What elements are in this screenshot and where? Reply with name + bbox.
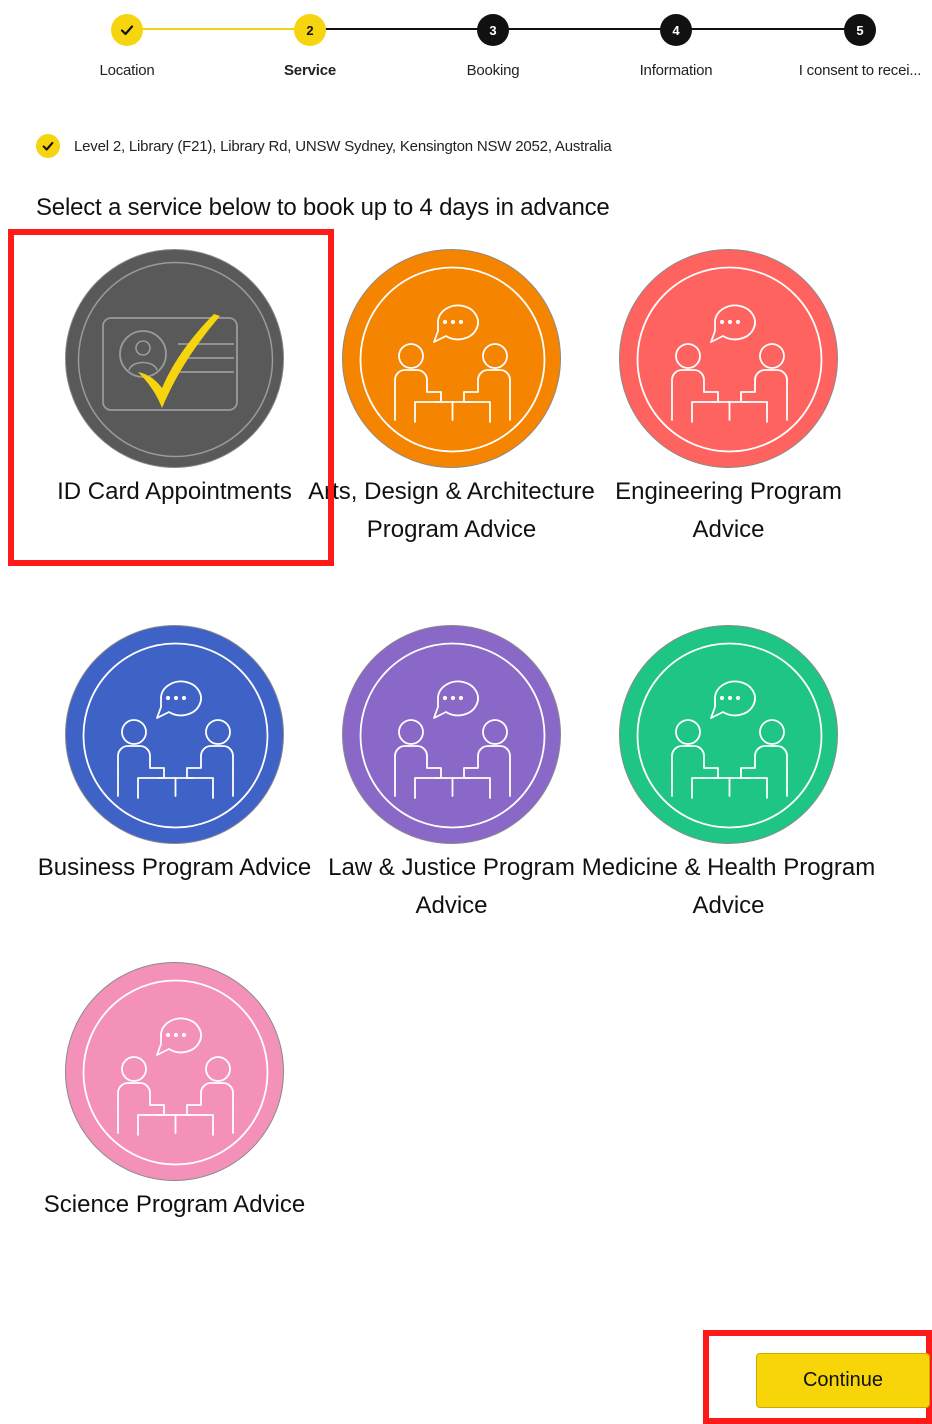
service-name: Science Program Advice [43,1191,306,1218]
page-heading: Select a service below to book up to 4 d… [36,194,610,221]
step-label: Information [639,62,713,79]
step-label: Booking [466,62,520,79]
consultation-icon [619,249,838,468]
consultation-icon [342,625,561,844]
progress-stepper: Location 2 Service 3 Booking 4 Informati… [0,0,932,90]
consultation-icon [65,962,284,1181]
selection-highlight [8,229,334,566]
location-address: Level 2, Library (F21), Library Rd, UNSW… [74,137,612,155]
step-number: 4 [660,14,692,46]
step-number: 2 [294,14,326,46]
consultation-icon [619,625,838,844]
continue-button[interactable]: Continue [756,1353,930,1408]
step-number: 3 [477,14,509,46]
check-icon [111,14,143,46]
service-medicine-health[interactable]: Medicine & Health Program Advice [582,625,875,925]
step-label: I consent to recei... [798,62,922,79]
service-name: Engineering Program Advice [615,478,842,543]
step-label: Service [284,62,336,79]
step-label: Location [99,62,155,79]
service-science[interactable]: Science Program Advice [36,962,313,1262]
service-arts-design-architecture[interactable]: Arts, Design & Architecture Program Advi… [308,249,595,589]
service-engineering[interactable]: Engineering Program Advice [590,249,867,549]
check-icon [36,134,60,158]
consultation-icon [65,625,284,844]
service-law-justice[interactable]: Law & Justice Program Advice [313,625,590,925]
step-number: 5 [844,14,876,46]
stepper-connector [127,28,310,30]
service-name: Arts, Design & Architecture Program Advi… [308,478,595,543]
service-name: Business Program Advice [37,854,312,881]
selected-location: Level 2, Library (F21), Library Rd, UNSW… [36,133,612,159]
service-business[interactable]: Business Program Advice [36,625,313,925]
service-name: Medicine & Health Program Advice [581,854,876,919]
consultation-icon [342,249,561,468]
service-name: Law & Justice Program Advice [328,854,575,919]
stepper-connector [310,28,860,30]
